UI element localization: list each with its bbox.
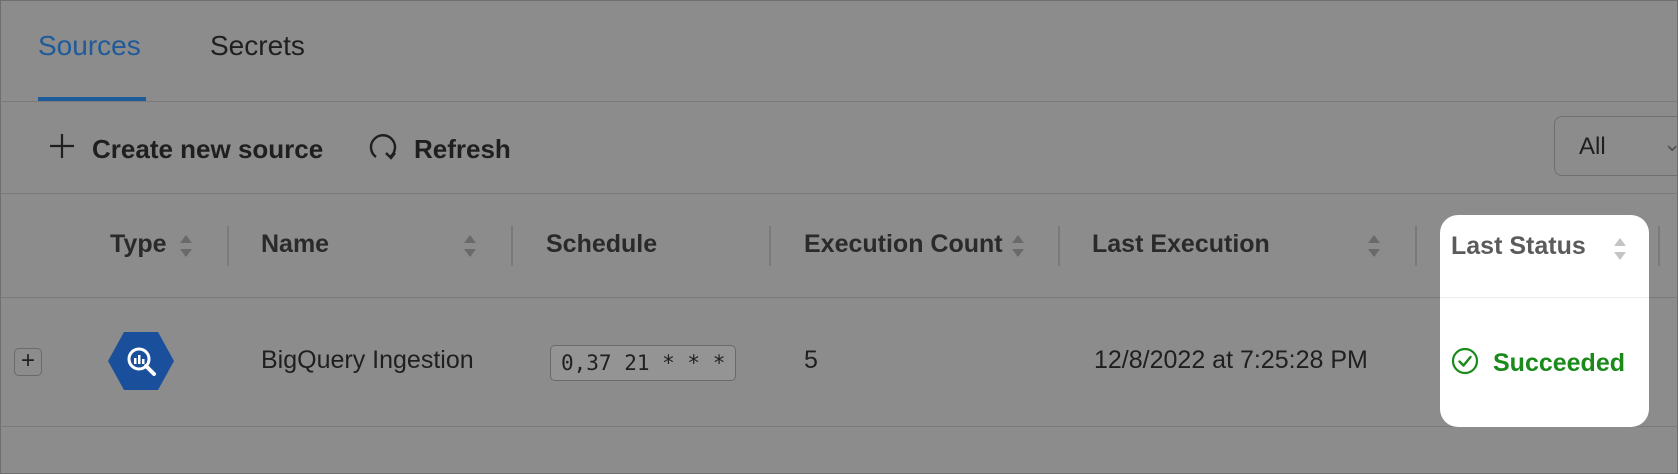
sort-icon[interactable] — [1010, 232, 1026, 260]
status-filter-select[interactable]: All ⌄ — [1554, 116, 1678, 176]
last-status-column-highlight: Last Status Succeeded — [1440, 215, 1649, 427]
column-header-last-execution[interactable]: Last Execution — [1092, 230, 1270, 259]
refresh-button[interactable]: Refresh — [368, 129, 511, 169]
check-circle-icon — [1451, 347, 1479, 380]
toolbar: Create new source Refresh All ⌄ — [0, 101, 1678, 194]
column-separator[interactable] — [227, 226, 229, 266]
refresh-label: Refresh — [414, 133, 511, 164]
column-header-name[interactable]: Name — [261, 230, 329, 259]
sort-icon[interactable] — [1612, 235, 1628, 268]
plus-icon — [48, 132, 76, 167]
column-header-type[interactable]: Type — [110, 230, 167, 259]
column-separator[interactable] — [1058, 226, 1060, 266]
create-new-source-label: Create new source — [92, 133, 324, 164]
table-row[interactable]: + BigQuery Ingestion 0,37 21 * * * 5 12/… — [0, 298, 1678, 427]
tab-sources[interactable]: Sources — [38, 30, 141, 62]
last-execution: 12/8/2022 at 7:25:28 PM — [1094, 346, 1368, 374]
tab-bar: Sources Secrets — [0, 0, 1678, 102]
filter-value: All — [1579, 133, 1606, 160]
column-header-execution-count[interactable]: Execution Count — [804, 230, 1003, 259]
sort-icon[interactable] — [462, 232, 478, 260]
source-name[interactable]: BigQuery Ingestion — [261, 346, 474, 375]
tab-secrets[interactable]: Secrets — [210, 30, 305, 62]
column-header-schedule: Schedule — [546, 230, 658, 258]
column-separator[interactable] — [511, 226, 513, 266]
expand-row-button[interactable]: + — [14, 348, 42, 376]
execution-count: 5 — [804, 346, 818, 374]
column-separator[interactable] — [769, 226, 771, 266]
status-badge: Succeeded — [1451, 347, 1625, 380]
sort-icon[interactable] — [178, 232, 194, 260]
table-header: Type Name Schedule Execution Count Last … — [0, 194, 1678, 298]
sort-icon[interactable] — [1366, 232, 1382, 260]
refresh-icon — [368, 131, 398, 168]
column-separator[interactable] — [1415, 226, 1417, 266]
status-text: Succeeded — [1493, 349, 1626, 377]
schedule-badge: 0,37 21 * * * — [550, 345, 737, 381]
column-header-last-status[interactable]: Last Status — [1451, 232, 1586, 261]
divider — [1440, 297, 1649, 298]
bigquery-icon — [108, 330, 174, 392]
create-new-source-button[interactable]: Create new source — [48, 129, 323, 169]
chevron-down-icon: ⌄ — [1663, 131, 1678, 156]
column-separator[interactable] — [1658, 226, 1660, 266]
